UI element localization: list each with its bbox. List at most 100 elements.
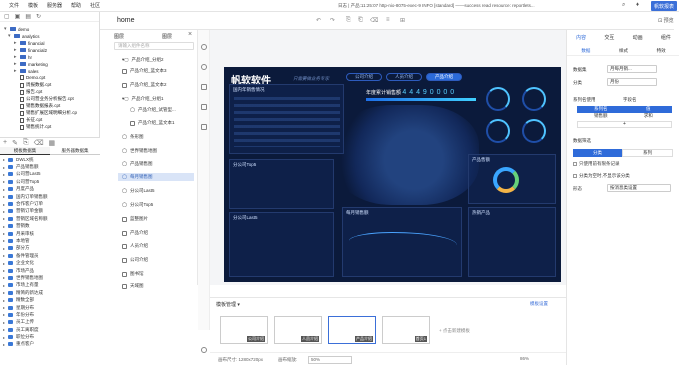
redo-icon[interactable]: ↷ — [330, 17, 335, 24]
tree-file[interactable]: Demo.cpt — [20, 75, 45, 80]
copy-icon[interactable]: ⎘ — [346, 17, 351, 24]
layer-item[interactable]: 产品介绍 — [118, 229, 194, 237]
layer-item[interactable]: 产品介绍_蓝文本3 — [118, 67, 194, 75]
template-settings-link[interactable]: 模板设置 — [530, 301, 548, 307]
menu-community[interactable]: 社区 — [90, 2, 100, 9]
category-select[interactable]: 月份 — [607, 78, 657, 86]
undo-icon[interactable]: ↶ — [316, 17, 321, 24]
layer-item[interactable]: 天域图 — [118, 282, 194, 290]
list-item[interactable]: ▸ 员工离职度 — [0, 326, 100, 333]
list-item[interactable]: ▸ 精数全部 — [0, 296, 100, 303]
list-item[interactable]: ▸ 备件管理员 — [0, 252, 100, 259]
layer-item[interactable]: 图书馆 — [118, 270, 194, 278]
refresh-icon[interactable]: ↻ — [36, 13, 41, 20]
add-series-button[interactable]: + — [577, 121, 672, 128]
list-item[interactable]: ▸ 公司营Last5 — [0, 171, 100, 178]
settings-icon[interactable] — [201, 347, 207, 353]
media-icon[interactable] — [201, 104, 207, 110]
layer-item[interactable]: ◯ 产品销售图 — [118, 160, 194, 168]
clock-icon[interactable] — [201, 64, 207, 70]
list-item[interactable]: ▸ 产品销售额 — [0, 163, 100, 170]
tab-animation[interactable]: 动画 — [624, 34, 652, 43]
limit-checkbox[interactable]: 只使用前有限条记录 — [573, 161, 620, 167]
tree-file[interactable]: 长征.cpt — [20, 117, 42, 123]
series-option[interactable]: 字段名 — [623, 97, 637, 103]
layer-item-active[interactable]: ◯ 每月销售图 — [118, 173, 194, 181]
tree-node-demo[interactable]: ▾ demo — [4, 26, 29, 32]
series-row[interactable]: 销售额 求和 — [577, 113, 672, 120]
layer-item[interactable]: 产品介绍_蓝文本2 — [118, 81, 194, 89]
layer-panel-header[interactable]: 图层 — [162, 33, 172, 40]
list-item[interactable]: ▸ 世界销售地图 — [0, 274, 100, 281]
tab-data[interactable]: 数据 — [567, 48, 605, 55]
list-item[interactable]: ▸ 本地管 — [0, 237, 100, 244]
new-file-icon[interactable]: ▣ — [15, 13, 21, 20]
zoom-percent[interactable]: 86% — [520, 356, 529, 361]
sql-icon[interactable]: ▦ — [48, 139, 55, 147]
tree-file[interactable]: 销售统计.cpt — [20, 124, 51, 130]
layer-item[interactable]: 公司介绍 — [118, 256, 194, 264]
list-item[interactable]: ▸ 年份分布 — [0, 311, 100, 318]
template-thumb[interactable]: 首页1 — [382, 316, 430, 344]
list-item[interactable]: ▸ 重点客户 — [0, 341, 100, 348]
paste-icon[interactable]: ⎗ — [358, 17, 363, 24]
tree-file[interactable]: 销售数据报表.cpt — [20, 103, 60, 109]
tree-node[interactable]: ▾ analytics — [8, 33, 40, 39]
layer-item[interactable]: ◯ 分公司Last5 — [118, 187, 194, 195]
table-icon[interactable] — [201, 84, 207, 90]
list-item[interactable]: ▸ 营销区域名称额 — [0, 215, 100, 222]
list-item[interactable]: ▸ 职位分布 — [0, 333, 100, 340]
tree-node[interactable]: ▸ marketing — [14, 61, 48, 67]
layer-item[interactable]: 人员介绍 — [118, 242, 194, 250]
component-icon[interactable] — [201, 44, 207, 50]
layer-item[interactable]: ◯ 分公司Top5 — [118, 201, 194, 209]
tab-effect[interactable]: 特效 — [642, 48, 679, 55]
layer-item[interactable]: 蓝整图片 — [118, 215, 194, 223]
layout-icon[interactable]: ⊞ — [400, 17, 405, 24]
layer-item[interactable]: ◯ 产品介绍_试管型... — [126, 106, 202, 114]
layer-item[interactable]: ▾▢ 产品介绍_分组2 — [118, 56, 194, 64]
add-template-button[interactable]: + 点击新建模板 — [439, 328, 470, 334]
tab-server-dataset[interactable]: 服务器数据集 — [50, 147, 100, 155]
menu-help[interactable]: 帮助 — [71, 2, 81, 9]
dataset-select[interactable]: 月每月销... — [607, 65, 657, 73]
dashboard-preview[interactable]: 帆软软件 只需要做业务专家 公司介绍 人员介绍 产品介绍 国内年销售情况 年度累… — [224, 67, 561, 282]
layer-item[interactable]: ◯ 条形图 — [118, 133, 194, 141]
add-icon[interactable]: + — [3, 139, 7, 146]
list-item[interactable]: ▸ DWLX统 — [0, 156, 100, 163]
list-item[interactable]: ▸ 企业文化 — [0, 259, 100, 266]
menu-file[interactable]: 文件 — [9, 2, 19, 9]
close-icon[interactable]: × — [188, 31, 192, 38]
list-item[interactable]: ▸ 星期分布 — [0, 304, 100, 311]
dash-tab-active[interactable]: 产品介绍 — [426, 73, 462, 81]
tree-node[interactable]: ▸ sales — [14, 68, 39, 74]
zoom-select[interactable]: 50% — [308, 356, 352, 364]
list-item[interactable]: ▸ 部分方 — [0, 245, 100, 252]
tree-node[interactable]: ▸ hr — [14, 54, 32, 60]
form-select[interactable]: 按消息类设置 — [607, 184, 671, 192]
tree-node[interactable]: ▸ financial — [14, 40, 45, 46]
brand-button[interactable]: 帆软报表 — [651, 1, 677, 11]
tab-component[interactable]: 组件 — [652, 34, 679, 43]
list-item[interactable]: ▸ 合作客户订单 — [0, 200, 100, 207]
layer-item[interactable]: ◯ 世界销售地图 — [118, 147, 194, 155]
lock-icon[interactable]: ▤ — [25, 13, 31, 20]
list-item[interactable]: ▸ 月度产品 — [0, 186, 100, 193]
list-item[interactable]: ▸ 员工上传 — [0, 319, 100, 326]
list-item[interactable]: ▸ 市场产品 — [0, 267, 100, 274]
list-item[interactable]: ▸ 市场上有量 — [0, 282, 100, 289]
search-input[interactable]: 请输入组件名称 — [114, 42, 194, 50]
tree-node[interactable]: ▸ financial2 — [14, 47, 47, 53]
new-folder-icon[interactable]: ▢ — [4, 13, 10, 20]
tree-file[interactable]: 公司营业务分析报告.cpt — [20, 96, 74, 102]
tab-style[interactable]: 样式 — [605, 48, 643, 55]
edit-icon[interactable]: ✎ — [12, 139, 18, 147]
tree-file[interactable]: 销售扩展区域明细分析.cp — [20, 110, 77, 116]
preview-button[interactable]: ⊡ 预览 — [658, 17, 674, 24]
bell-icon[interactable]: ♦ — [636, 2, 639, 8]
layer-item[interactable]: 产品介绍_蓝文本1 — [126, 119, 202, 127]
tab-interaction[interactable]: 交互 — [595, 34, 623, 43]
dash-tab[interactable]: 公司介绍 — [346, 73, 382, 81]
filter-tab-category[interactable]: 分类 — [573, 149, 622, 157]
search-icon[interactable]: ⌕ — [622, 2, 625, 9]
